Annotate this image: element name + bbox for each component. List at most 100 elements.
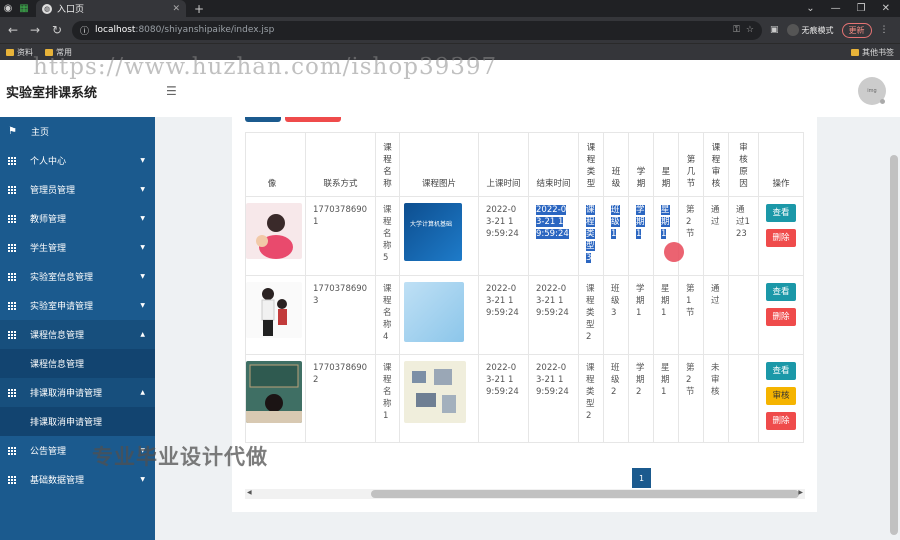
start-time-cell: 2022-03-21 19:59:24	[478, 354, 529, 443]
course-image-cell	[399, 354, 479, 443]
browser-menu-icon[interactable]: ◉	[0, 0, 16, 17]
watermark-text: https://www.huzhan.com/ishop39397	[33, 54, 498, 80]
weekday-cell: 星期1	[653, 275, 679, 355]
table-header-row: 像 联系方式 课程名称 课程图片 上课时间 结束时间 课程类型 班级 学期 星期…	[245, 132, 804, 197]
grid-icon	[8, 156, 16, 165]
sidebar-item-lab-apply[interactable]: 实验室申请管理 ▼	[0, 291, 155, 320]
caret-down-icon: ▼	[140, 273, 145, 280]
term-cell: 学期1	[628, 196, 654, 276]
column-header[interactable]: 班级	[603, 132, 629, 197]
bookmark-star-icon[interactable]: ☆	[746, 25, 754, 35]
course-type-selected: 课程类型3	[586, 205, 595, 263]
column-header[interactable]: 上课时间	[478, 132, 529, 197]
pagination-page-1[interactable]: 1	[632, 468, 651, 488]
scroll-left-icon[interactable]: ◀	[247, 489, 252, 496]
sidebar-item-course-info[interactable]: 课程信息管理 ▲	[0, 320, 155, 349]
minimize-icon[interactable]: —	[831, 3, 841, 14]
column-header[interactable]: 课程审核	[703, 132, 729, 197]
caret-down-icon: ▼	[140, 302, 145, 309]
info-icon: ⓘ	[80, 26, 90, 37]
bookmark-folder[interactable]: 资料	[6, 47, 33, 58]
audit-status-cell: 未审核	[703, 354, 729, 443]
bookmark-label: 资料	[17, 47, 33, 57]
course-image	[404, 361, 466, 423]
audit-status-cell: 通过	[703, 196, 729, 276]
weekday-cell: 星期1	[653, 354, 679, 443]
view-button[interactable]: 查看	[766, 204, 796, 222]
url-field[interactable]: ⓘ localhost:8080/shiyanshipaike/index.js…	[72, 20, 762, 40]
delete-button[interactable]: 删除	[766, 412, 796, 430]
column-header[interactable]: 联系方式	[305, 132, 376, 197]
forward-icon[interactable]: →	[28, 23, 42, 37]
column-header[interactable]: 星期	[653, 132, 679, 197]
close-tab-icon[interactable]: ✕	[172, 4, 180, 14]
new-tab-icon[interactable]: +	[194, 2, 204, 16]
sheet-tab-icon[interactable]: ▦	[16, 0, 32, 17]
back-icon[interactable]: ←	[6, 23, 20, 37]
column-header[interactable]: 课程图片	[399, 132, 479, 197]
grid-icon	[8, 272, 16, 281]
term-cell: 学期2	[628, 354, 654, 443]
url-host: localhost	[95, 25, 136, 35]
key-icon[interactable]: ⚿	[733, 25, 740, 35]
horizontal-scrollbar-thumb[interactable]	[371, 490, 799, 498]
column-header[interactable]: 课程类型	[578, 132, 604, 197]
audit-reason-cell	[728, 275, 759, 355]
more-menu-icon[interactable]: ⋮	[880, 25, 889, 35]
sidebar-item-label: 实验室信息管理	[30, 273, 94, 283]
sidebar-item-lab-info[interactable]: 实验室信息管理 ▼	[0, 262, 155, 291]
horizontal-scrollbar[interactable]: ◀ ▶	[245, 489, 805, 499]
sidebar-panel-icon[interactable]: ▣	[770, 25, 779, 35]
sidebar-item-cancel-apply[interactable]: 排课取消申请管理 ▲	[0, 378, 155, 407]
class-cell: 班级2	[603, 354, 629, 443]
delete-button[interactable]: 删除	[766, 308, 796, 326]
actions-cell: 查看 删除	[758, 196, 804, 276]
table-row: 17703786903 课程名称4 2022-03-21 19:59:24 20…	[245, 275, 804, 355]
end-time-cell: 2022-03-21 19:59:24	[528, 354, 579, 443]
end-time-selected: 2022-03-21 19:59:24	[536, 205, 569, 239]
column-header[interactable]: 学期	[628, 132, 654, 197]
reload-icon[interactable]: ↻	[50, 23, 64, 37]
avatar[interactable]: img	[858, 77, 886, 105]
sidebar-item-label: 个人中心	[30, 157, 67, 167]
menu-toggle-icon[interactable]: ☰	[166, 84, 177, 98]
column-header[interactable]: 课程名称	[375, 132, 400, 197]
sidebar-subitem-course-info[interactable]: 课程信息管理	[0, 349, 155, 378]
column-header[interactable]: 审核原因	[728, 132, 759, 197]
sidebar-item-admins[interactable]: 管理员管理 ▼	[0, 175, 155, 204]
scroll-right-icon[interactable]: ▶	[798, 489, 803, 496]
caret-down-icon: ▼	[140, 215, 145, 222]
column-header[interactable]: 操作	[758, 132, 804, 197]
course-image: 大学计算机基础	[404, 203, 462, 261]
incognito-indicator[interactable]: 无痕模式	[786, 24, 834, 36]
grid-icon	[8, 243, 16, 252]
course-type-cell: 课程类型2	[578, 354, 604, 443]
column-header[interactable]: 第几节	[678, 132, 704, 197]
update-button[interactable]: 更新	[841, 22, 872, 38]
restore-icon[interactable]: ❐	[857, 3, 866, 14]
sidebar-item-profile[interactable]: 个人中心 ▼	[0, 146, 155, 175]
column-header[interactable]: 结束时间	[528, 132, 579, 197]
sidebar-item-label: 课程信息管理	[30, 331, 85, 341]
column-header[interactable]: 像	[245, 132, 306, 197]
phone-cell: 17703786902	[305, 354, 376, 443]
sidebar-item-teachers[interactable]: 教师管理 ▼	[0, 204, 155, 233]
course-type-cell: 课程类型2	[578, 275, 604, 355]
sidebar-item-home[interactable]: ⚑ 主页	[0, 117, 155, 146]
close-window-icon[interactable]: ✕	[882, 3, 890, 14]
grid-icon	[8, 388, 16, 397]
address-bar: ← → ↻ ⓘ localhost:8080/shiyanshipaike/in…	[0, 17, 900, 43]
tab-search-icon[interactable]: ⌄	[806, 3, 814, 14]
delete-button[interactable]: 删除	[766, 229, 796, 247]
sidebar-subitem-cancel-apply[interactable]: 排课取消申请管理	[0, 407, 155, 436]
caret-down-icon: ▼	[140, 476, 145, 483]
sidebar-item-students[interactable]: 学生管理 ▼	[0, 233, 155, 262]
other-bookmarks[interactable]: 其他书签	[851, 47, 894, 58]
view-button[interactable]: 查看	[766, 283, 796, 301]
browser-tab[interactable]: ◍ 入口页 ✕	[36, 0, 186, 17]
audit-button[interactable]: 审核	[766, 387, 796, 405]
avatar-cell	[245, 354, 306, 443]
grid-icon	[8, 301, 16, 310]
term-cell: 学期1	[628, 275, 654, 355]
view-button[interactable]: 查看	[766, 362, 796, 380]
